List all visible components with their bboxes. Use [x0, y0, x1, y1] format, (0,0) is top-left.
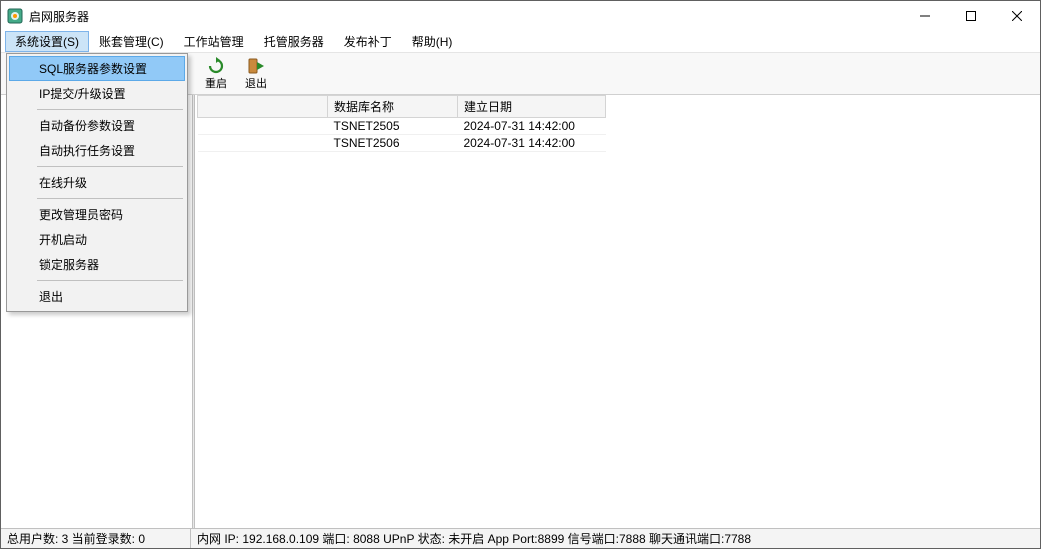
restart-label: 重启	[205, 75, 227, 91]
app-window: 启网服务器 系统设置(S) 账套管理(C) 工作站管理 托管服务器 发布补丁 帮…	[0, 0, 1041, 549]
window-controls	[902, 1, 1040, 31]
menu-hosting-server[interactable]: 托管服务器	[254, 31, 334, 52]
exit-button[interactable]: 退出	[236, 54, 276, 94]
menu-bar: 系统设置(S) 账套管理(C) 工作站管理 托管服务器 发布补丁 帮助(H)	[1, 31, 1040, 53]
menu-workstation-management[interactable]: 工作站管理	[174, 31, 254, 52]
table-header-empty[interactable]	[198, 96, 328, 118]
menu-item-auto-task[interactable]: 自动执行任务设置	[9, 138, 185, 163]
menu-help[interactable]: 帮助(H)	[402, 31, 463, 52]
window-title: 启网服务器	[29, 8, 902, 25]
menu-system-settings[interactable]: 系统设置(S)	[5, 31, 89, 52]
menu-item-ip-submit-upgrade[interactable]: IP提交/升级设置	[9, 81, 185, 106]
menu-separator	[37, 109, 183, 110]
table-row[interactable]: TSNET2505 2024-07-31 14:42:00	[198, 118, 606, 135]
menu-publish-patch[interactable]: 发布补丁	[334, 31, 402, 52]
menu-separator	[37, 198, 183, 199]
table-cell: 2024-07-31 14:42:00	[458, 118, 606, 135]
vertical-splitter[interactable]	[192, 95, 195, 528]
table-cell: 2024-07-31 14:42:00	[458, 135, 606, 152]
app-icon	[7, 8, 23, 24]
table-row[interactable]: TSNET2506 2024-07-31 14:42:00	[198, 135, 606, 152]
table-header-date[interactable]: 建立日期	[458, 96, 606, 118]
table-cell: TSNET2506	[328, 135, 458, 152]
menu-separator	[37, 166, 183, 167]
system-settings-dropdown: SQL服务器参数设置 IP提交/升级设置 自动备份参数设置 自动执行任务设置 在…	[6, 53, 188, 312]
table-cell	[198, 135, 328, 152]
restart-icon	[207, 57, 225, 75]
status-network-info: 内网 IP: 192.168.0.109 端口: 8088 UPnP 状态: 未…	[191, 529, 1040, 548]
menu-separator	[37, 280, 183, 281]
menu-item-start-on-boot[interactable]: 开机启动	[9, 227, 185, 252]
exit-icon	[247, 57, 265, 75]
menu-item-online-upgrade[interactable]: 在线升级	[9, 170, 185, 195]
status-user-counts: 总用户数: 3 当前登录数: 0	[1, 529, 191, 548]
table-header-row: 数据库名称 建立日期	[198, 96, 606, 118]
menu-item-lock-server[interactable]: 锁定服务器	[9, 252, 185, 277]
exit-label: 退出	[245, 75, 267, 91]
minimize-button[interactable]	[902, 1, 948, 31]
menu-item-exit[interactable]: 退出	[9, 284, 185, 309]
maximize-button[interactable]	[948, 1, 994, 31]
title-bar: 启网服务器	[1, 1, 1040, 31]
menu-account-management[interactable]: 账套管理(C)	[89, 31, 174, 52]
database-table: 数据库名称 建立日期 TSNET2505 2024-07-31 14:42:00…	[197, 95, 1040, 152]
close-button[interactable]	[994, 1, 1040, 31]
menu-item-auto-backup[interactable]: 自动备份参数设置	[9, 113, 185, 138]
table-header-dbname[interactable]: 数据库名称	[328, 96, 458, 118]
table-cell: TSNET2505	[328, 118, 458, 135]
table-cell	[198, 118, 328, 135]
menu-item-change-admin-password[interactable]: 更改管理员密码	[9, 202, 185, 227]
status-bar: 总用户数: 3 当前登录数: 0 内网 IP: 192.168.0.109 端口…	[1, 528, 1040, 548]
restart-button[interactable]: 重启	[196, 54, 236, 94]
menu-item-sql-server-params[interactable]: SQL服务器参数设置	[9, 56, 185, 81]
